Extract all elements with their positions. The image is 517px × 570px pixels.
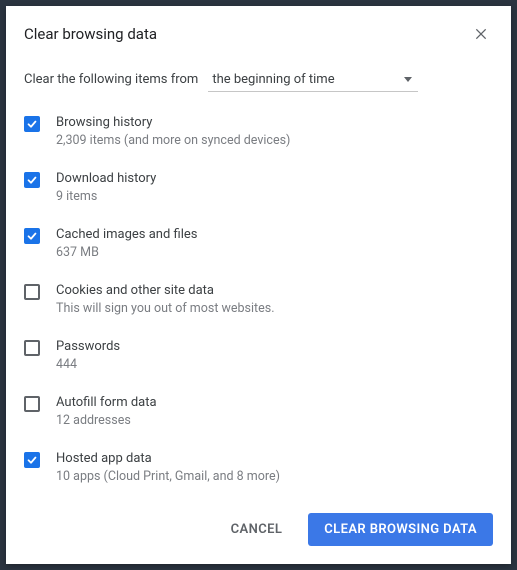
dialog-footer: CANCEL CLEAR BROWSING DATA — [6, 499, 511, 564]
option-checkbox[interactable] — [24, 284, 40, 300]
option-subtext: 444 — [56, 356, 120, 374]
dialog-body: Clear the following items from the begin… — [6, 60, 511, 499]
option-label: Cookies and other site data — [56, 282, 275, 300]
option-row: Browsing history2,309 items (and more on… — [24, 108, 493, 156]
time-range-value: the beginning of time — [212, 72, 404, 87]
option-subtext: 10 apps (Cloud Print, Gmail, and 8 more) — [56, 468, 280, 486]
option-label: Cached images and files — [56, 226, 197, 244]
option-checkbox[interactable] — [24, 396, 40, 412]
option-texts: Download history9 items — [56, 170, 156, 206]
time-range-row: Clear the following items from the begin… — [24, 68, 493, 92]
dialog-header: Clear browsing data — [6, 6, 511, 60]
options-list: Browsing history2,309 items (and more on… — [24, 108, 493, 499]
option-subtext: 12 addresses — [56, 412, 157, 430]
option-texts: Autofill form data12 addresses — [56, 394, 157, 430]
close-button[interactable] — [469, 22, 493, 46]
option-row: Cached images and files637 MB — [24, 220, 493, 268]
option-row: Autofill form data12 addresses — [24, 388, 493, 436]
option-checkbox[interactable] — [24, 452, 40, 468]
chevron-down-icon — [404, 77, 412, 82]
option-checkbox[interactable] — [24, 116, 40, 132]
option-row: Hosted app data10 apps (Cloud Print, Gma… — [24, 444, 493, 492]
option-subtext: 9 items — [56, 188, 156, 206]
option-subtext: 2,309 items (and more on synced devices) — [56, 132, 290, 150]
option-texts: Browsing history2,309 items (and more on… — [56, 114, 290, 150]
option-label: Browsing history — [56, 114, 290, 132]
option-label: Hosted app data — [56, 450, 280, 468]
option-label: Download history — [56, 170, 156, 188]
option-row: Passwords444 — [24, 332, 493, 380]
clear-browsing-data-dialog: Clear browsing data Clear the following … — [6, 6, 511, 564]
option-subtext: 637 MB — [56, 244, 197, 262]
option-texts: Passwords444 — [56, 338, 120, 374]
option-texts: Cookies and other site dataThis will sig… — [56, 282, 275, 318]
cancel-button[interactable]: CANCEL — [215, 513, 299, 546]
dialog-title: Clear browsing data — [24, 25, 469, 43]
time-range-select[interactable]: the beginning of time — [208, 68, 418, 92]
option-label: Passwords — [56, 338, 120, 356]
option-texts: Cached images and files637 MB — [56, 226, 197, 262]
close-icon — [474, 27, 488, 41]
option-label: Autofill form data — [56, 394, 157, 412]
option-checkbox[interactable] — [24, 340, 40, 356]
option-subtext: This will sign you out of most websites. — [56, 300, 275, 318]
option-checkbox[interactable] — [24, 172, 40, 188]
option-texts: Hosted app data10 apps (Cloud Print, Gma… — [56, 450, 280, 486]
option-row: Download history9 items — [24, 164, 493, 212]
option-row: Cookies and other site dataThis will sig… — [24, 276, 493, 324]
option-checkbox[interactable] — [24, 228, 40, 244]
clear-browsing-data-button[interactable]: CLEAR BROWSING DATA — [308, 513, 493, 546]
time-range-label: Clear the following items from — [24, 72, 198, 87]
